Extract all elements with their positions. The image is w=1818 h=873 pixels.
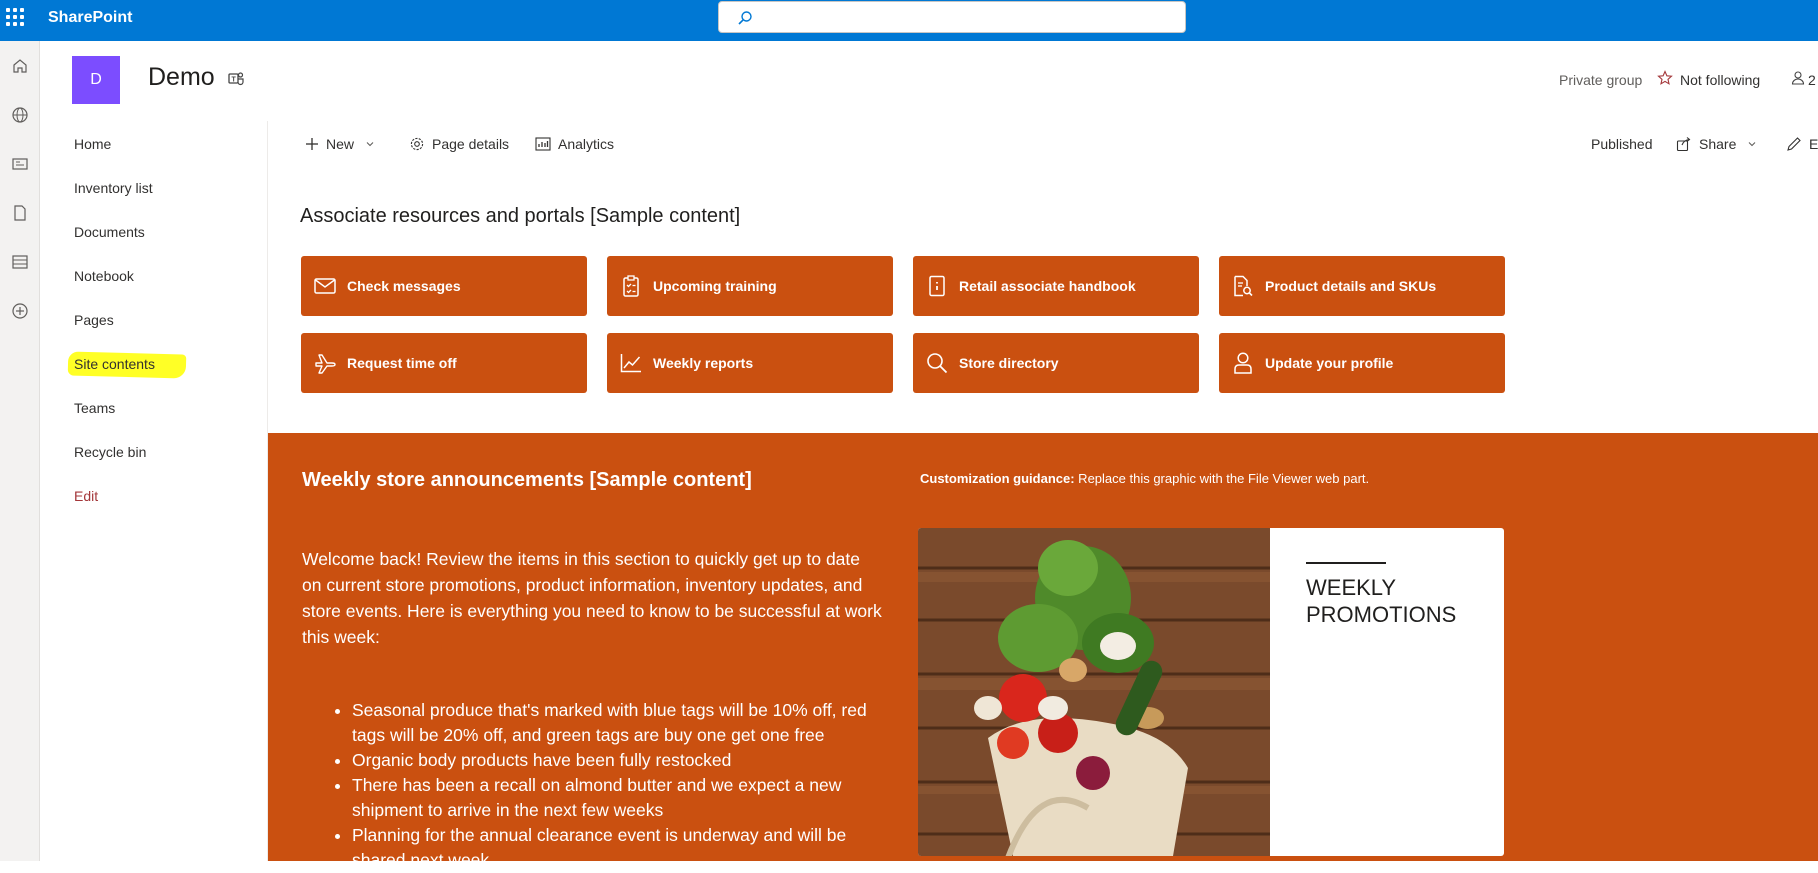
new-button[interactable]: New — [305, 136, 375, 152]
privacy-label: Private group — [1559, 72, 1643, 88]
quicklink-label: Request time off — [347, 355, 457, 371]
quicklink-label: Upcoming training — [653, 278, 777, 294]
list-item: Planning for the annual clearance event … — [352, 823, 882, 873]
quicklink-label: Store directory — [959, 355, 1059, 371]
quicklink-label: Product details and SKUs — [1265, 278, 1437, 294]
quicklink-retail-associate-handbook[interactable]: Retail associate handbook — [913, 256, 1199, 316]
mail-icon — [313, 274, 337, 298]
gear-icon — [410, 137, 424, 151]
guidance-text: Replace this graphic with the File Viewe… — [1074, 471, 1370, 486]
app-launcher-icon[interactable] — [6, 8, 24, 26]
quicklink-weekly-reports[interactable]: Weekly reports — [607, 333, 893, 393]
chevron-down-icon — [366, 142, 374, 147]
analytics-icon — [535, 137, 551, 151]
nav-item-inventory-list[interactable]: Inventory list — [74, 180, 153, 196]
promo-heading: WEEKLY PROMOTIONS — [1306, 574, 1486, 628]
site-title[interactable]: Demo — [148, 63, 215, 92]
quicklink-label: Retail associate handbook — [959, 278, 1136, 294]
quicklink-product-details[interactable]: Product details and SKUs — [1219, 256, 1505, 316]
quicklink-update-profile[interactable]: Update your profile — [1219, 333, 1505, 393]
nav-item-home[interactable]: Home — [74, 136, 111, 152]
teams-icon[interactable]: T — [228, 70, 244, 91]
person-icon — [1231, 351, 1255, 375]
nav-item-pages[interactable]: Pages — [74, 312, 114, 328]
app-brand[interactable]: SharePoint — [48, 9, 132, 27]
nav-item-site-contents[interactable]: Site contents — [74, 356, 155, 372]
chevron-down-icon — [1748, 142, 1756, 147]
nav-item-recycle-bin[interactable]: Recycle bin — [74, 444, 146, 460]
edit-label: E — [1809, 136, 1818, 152]
chart-icon — [619, 351, 643, 375]
quicklink-label: Check messages — [347, 278, 461, 294]
search-box[interactable] — [718, 1, 1186, 33]
nav-edit-link[interactable]: Edit — [74, 488, 98, 504]
nav-item-notebook[interactable]: Notebook — [74, 268, 134, 284]
quicklinks-title: Associate resources and portals [Sample … — [300, 205, 741, 227]
plus-icon — [306, 138, 318, 150]
publish-status: Published — [1591, 136, 1653, 152]
quicklink-upcoming-training[interactable]: Upcoming training — [607, 256, 893, 316]
app-bar — [0, 41, 40, 861]
file-icon[interactable] — [6, 199, 34, 227]
book-icon — [925, 274, 949, 298]
follow-button[interactable]: Not following — [1680, 72, 1760, 88]
svg-text:T: T — [232, 77, 237, 84]
announcements-list: Seasonal produce that's marked with blue… — [302, 698, 882, 873]
search-icon — [925, 351, 949, 375]
promo-divider — [1306, 562, 1386, 564]
members-icon[interactable] — [1791, 70, 1805, 89]
members-count[interactable]: 2 — [1808, 72, 1816, 88]
list-item: There has been a recall on almond butter… — [352, 773, 882, 823]
list-item: Seasonal produce that's marked with blue… — [352, 698, 882, 748]
new-label: New — [326, 136, 355, 152]
clipboard-icon — [619, 274, 643, 298]
create-icon[interactable] — [6, 297, 34, 325]
share-icon — [1676, 137, 1691, 152]
pencil-icon — [1787, 137, 1801, 151]
site-logo[interactable]: D — [72, 56, 120, 104]
list-icon[interactable] — [6, 248, 34, 276]
quicklink-request-time-off[interactable]: Request time off — [301, 333, 587, 393]
airplane-icon — [313, 351, 337, 375]
announcements-title: Weekly store announcements [Sample conte… — [302, 469, 752, 491]
announcements-intro: Welcome back! Review the items in this s… — [302, 549, 882, 647]
weekly-promotions-graphic[interactable]: WEEKLY PROMOTIONS — [918, 528, 1504, 856]
document-search-icon — [1231, 274, 1255, 298]
search-icon — [738, 11, 752, 25]
quicklink-label: Weekly reports — [653, 355, 754, 371]
home-icon[interactable] — [6, 52, 34, 80]
nav-item-teams[interactable]: Teams — [74, 400, 115, 416]
share-label: Share — [1699, 136, 1737, 152]
page-details-button[interactable]: Page details — [409, 136, 509, 152]
page-details-label: Page details — [432, 136, 510, 152]
analytics-label: Analytics — [558, 136, 615, 152]
quicklink-check-messages[interactable]: Check messages — [301, 256, 587, 316]
suite-bar: SharePoint — [0, 0, 1818, 41]
customization-guidance: Customization guidance: Replace this gra… — [920, 471, 1369, 486]
promo-line-1: WEEKLY — [1306, 575, 1397, 600]
promo-line-2: PROMOTIONS — [1306, 602, 1457, 627]
star-icon[interactable] — [1657, 70, 1673, 89]
edit-button[interactable]: E — [1786, 136, 1818, 152]
quicklink-label: Update your profile — [1265, 355, 1394, 371]
produce-bag-image — [918, 528, 1270, 856]
guidance-label: Customization guidance: — [920, 471, 1075, 486]
nav-item-documents[interactable]: Documents — [74, 224, 145, 240]
share-button[interactable]: Share — [1676, 136, 1757, 152]
quicklink-store-directory[interactable]: Store directory — [913, 333, 1199, 393]
list-item: Organic body products have been fully re… — [352, 748, 882, 773]
analytics-button[interactable]: Analytics — [535, 136, 614, 152]
news-icon[interactable] — [6, 150, 34, 178]
globe-icon[interactable] — [6, 101, 34, 129]
